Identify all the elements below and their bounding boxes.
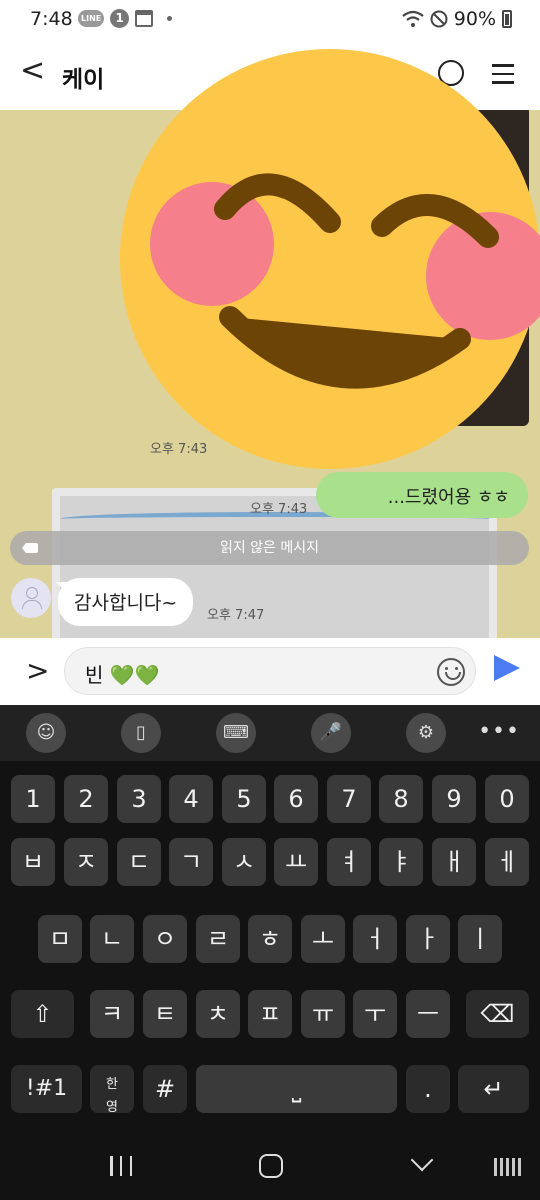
key-hieut[interactable]: ㅎ <box>248 915 292 963</box>
incoming-message-bubble[interactable]: 감사합니다~ <box>55 578 194 626</box>
key-tieut[interactable]: ㅌ <box>143 990 187 1038</box>
keyboard: ☺ ▯ ⌨ 🎤 ⚙ ••• 1 2 3 4 5 6 7 8 9 0 ㅂ ㅈ ㄷ … <box>0 705 540 1130</box>
key-yo[interactable]: ㅛ <box>274 838 318 886</box>
outgoing-message-text: ...드렸어용 ㅎㅎ <box>387 487 510 508</box>
notification-count-icon: 1 <box>110 9 130 28</box>
hide-keyboard-icon[interactable] <box>410 1148 434 1172</box>
do-not-disturb-icon <box>430 10 448 28</box>
key-ae[interactable]: ㅐ <box>432 838 476 886</box>
key-1[interactable]: 1 <box>11 775 55 823</box>
chat-title: 케이 <box>62 67 105 93</box>
key-9[interactable]: 9 <box>432 775 476 823</box>
key-ya[interactable]: ㅑ <box>379 838 423 886</box>
symbols-key[interactable]: !#1 <box>11 1065 82 1113</box>
key-nieun[interactable]: ㄴ <box>90 915 134 963</box>
key-u[interactable]: ㅜ <box>353 990 397 1038</box>
key-e[interactable]: ㅔ <box>485 838 529 886</box>
keyboard-toolbar: ☺ ▯ ⌨ 🎤 ⚙ ••• <box>0 705 540 761</box>
status-time: 7:48 <box>30 8 73 30</box>
send-icon[interactable] <box>494 655 520 681</box>
keyboard-mode-icon[interactable]: ⌨ <box>216 713 256 753</box>
key-2[interactable]: 2 <box>64 775 108 823</box>
key-digeut[interactable]: ㄷ <box>117 838 161 886</box>
key-ieung[interactable]: ㅇ <box>143 915 187 963</box>
key-a[interactable]: ㅏ <box>406 915 450 963</box>
key-eo[interactable]: ㅓ <box>353 915 397 963</box>
message-input[interactable]: 빈 💚💚 <box>64 647 476 695</box>
recent-apps-icon[interactable] <box>110 1156 132 1176</box>
status-bar: 7:48 LINE 1 90% <box>0 0 540 38</box>
smiling-face-emoji-icon[interactable] <box>120 44 540 484</box>
key-8[interactable]: 8 <box>379 775 423 823</box>
key-jieut[interactable]: ㅈ <box>64 838 108 886</box>
clipboard-icon[interactable]: ▯ <box>121 713 161 753</box>
key-5[interactable]: 5 <box>222 775 266 823</box>
system-nav-bar <box>0 1130 540 1200</box>
key-pieup[interactable]: ㅍ <box>248 990 292 1038</box>
key-3[interactable]: 3 <box>117 775 161 823</box>
line-app-icon: LINE <box>78 10 105 27</box>
key-yeo[interactable]: ㅕ <box>327 838 371 886</box>
unread-divider-label: 읽지 않은 메시지 <box>219 540 320 556</box>
emoji-picker-icon[interactable] <box>437 658 465 686</box>
calendar-icon <box>135 10 154 27</box>
key-eu[interactable]: ㅡ <box>406 990 450 1038</box>
expand-button[interactable]: > <box>26 654 49 687</box>
unread-divider: 읽지 않은 메시지 <box>10 531 529 565</box>
system-icons: 90% <box>402 8 512 30</box>
key-giyeok[interactable]: ㄱ <box>169 838 213 886</box>
notification-icons: LINE 1 <box>78 9 173 28</box>
avatar[interactable] <box>11 578 51 618</box>
back-button[interactable]: < <box>20 56 45 86</box>
incoming-message-time: 오후 7:47 <box>207 608 265 623</box>
mic-icon[interactable]: 🎤 <box>311 713 351 753</box>
key-siot[interactable]: ㅅ <box>222 838 266 886</box>
key-6[interactable]: 6 <box>274 775 318 823</box>
keyboard-switch-icon[interactable] <box>494 1158 522 1176</box>
shift-key[interactable]: ⇧ <box>11 990 74 1038</box>
key-rieul[interactable]: ㄹ <box>196 915 240 963</box>
incoming-message-text: 감사합니다~ <box>74 592 178 614</box>
language-korean-label: 한 <box>106 1077 118 1092</box>
emoji-icon[interactable]: ☺ <box>26 713 66 753</box>
key-mieum[interactable]: ㅁ <box>38 915 82 963</box>
settings-icon[interactable]: ⚙ <box>406 713 446 753</box>
key-4[interactable]: 4 <box>169 775 213 823</box>
period-key[interactable]: . <box>406 1065 450 1113</box>
key-chieut[interactable]: ㅊ <box>196 990 240 1038</box>
more-notifications-icon <box>167 16 173 21</box>
hash-key[interactable]: # <box>143 1065 187 1113</box>
key-yu[interactable]: ㅠ <box>301 990 345 1038</box>
language-english-label: 영 <box>106 1100 118 1115</box>
battery-icon <box>502 10 512 28</box>
message-input-text: 빈 💚💚 <box>85 663 160 687</box>
language-switch-key[interactable]: 한 영 <box>90 1065 134 1115</box>
home-icon[interactable] <box>259 1154 283 1178</box>
key-i[interactable]: ㅣ <box>458 915 502 963</box>
key-o[interactable]: ㅗ <box>301 915 345 963</box>
enter-key[interactable]: ↵ <box>458 1065 529 1113</box>
battery-percent: 90% <box>453 8 496 30</box>
key-bieup[interactable]: ㅂ <box>11 838 55 886</box>
key-kieuk[interactable]: ㅋ <box>90 990 134 1038</box>
space-key[interactable]: ⎵ <box>196 1065 397 1113</box>
backspace-key[interactable]: ⌫ <box>466 990 529 1038</box>
wifi-icon <box>402 10 424 27</box>
more-icon[interactable]: ••• <box>478 719 520 744</box>
key-0[interactable]: 0 <box>485 775 529 823</box>
tag-icon <box>22 543 38 553</box>
composer-bar: > 빈 💚💚 <box>0 638 540 705</box>
key-7[interactable]: 7 <box>327 775 371 823</box>
outgoing-message-time: 오후 7:43 <box>250 502 308 517</box>
